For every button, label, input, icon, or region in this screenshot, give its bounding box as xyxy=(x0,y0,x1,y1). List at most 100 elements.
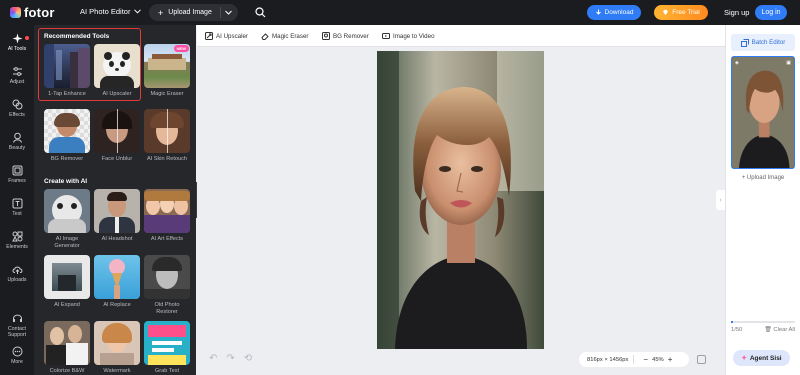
quick-tool-image-to-video[interactable]: Image to Video xyxy=(382,32,435,40)
divider xyxy=(220,7,221,18)
tool-thumbnail xyxy=(94,189,140,233)
upload-status: 1/50 🗑 Clear All xyxy=(731,327,795,333)
rail-label: Effects xyxy=(9,112,25,118)
tool-label: AI Expand xyxy=(54,302,80,308)
undo-icon[interactable]: ↶ xyxy=(209,353,217,364)
new-badge: NEW xyxy=(173,45,189,52)
agent-sisi-button[interactable]: ✦ Agent Sisi xyxy=(733,350,790,366)
download-button[interactable]: Download xyxy=(587,5,641,20)
tool-watermark[interactable]: Watermark xyxy=(94,321,140,375)
rail-item-ai-tools[interactable]: AI Tools xyxy=(0,33,34,52)
rail-item-more[interactable]: More xyxy=(0,346,34,365)
zoom-in-button[interactable]: + xyxy=(668,355,673,364)
delete-icon[interactable]: ▣ xyxy=(786,60,791,66)
recommended-tools-title: Recommended Tools xyxy=(44,33,110,40)
tool-label: AI Headshot xyxy=(101,236,133,242)
collapse-right-panel-handle[interactable]: › xyxy=(716,190,725,210)
tool-magic-eraser[interactable]: NEW Magic Eraser xyxy=(144,44,190,98)
tool-ai-replace[interactable]: AI Replace xyxy=(94,255,140,309)
tool-ai-headshot[interactable]: AI Headshot xyxy=(94,189,140,243)
tool-colorize-bw[interactable]: Colorize B&W xyxy=(44,321,90,375)
tool-1-tap-enhance[interactable]: 1-Tap Enhance xyxy=(44,44,90,98)
upload-image-link[interactable]: + Upload Image xyxy=(731,175,795,181)
tool-ai-expand[interactable]: AI Expand xyxy=(44,255,90,309)
app-menu-dropdown[interactable]: AI Photo Editor xyxy=(80,7,142,16)
plus-icon: + xyxy=(158,7,164,18)
tool-thumbnail xyxy=(94,44,140,88)
create-with-ai-title: Create with AI xyxy=(44,178,88,185)
log-in-button[interactable]: Log in xyxy=(755,5,787,20)
tool-label: Watermark xyxy=(103,368,131,374)
layers-icon[interactable]: ◈ xyxy=(735,60,739,66)
search-icon[interactable] xyxy=(255,7,266,18)
batch-editor-button[interactable]: Batch Editor xyxy=(731,34,795,51)
zoom-out-button[interactable]: − xyxy=(643,355,648,364)
logo-mark-icon xyxy=(10,7,21,18)
tool-label: Face Unblur xyxy=(101,156,133,162)
image-thumbnail[interactable]: ◈ ▣ xyxy=(731,56,795,169)
beauty-icon xyxy=(12,132,22,143)
quick-tool-bg-remover[interactable]: BG Remover xyxy=(322,32,369,40)
tool-label: Colorize B&W xyxy=(49,368,85,374)
upload-image-button[interactable]: + Upload Image xyxy=(149,4,238,21)
rail-label: Contact Support xyxy=(7,326,27,338)
tool-thumbnail xyxy=(144,255,190,299)
tool-grab-text[interactable]: Grab Text xyxy=(144,321,190,375)
tool-label: AI Image Generator xyxy=(54,236,80,249)
frame-icon xyxy=(12,165,22,176)
tool-label: AI Skin Retouch xyxy=(146,156,188,162)
tool-thumbnail xyxy=(44,109,90,153)
rail-label: Beauty xyxy=(8,145,26,151)
quick-tool-ai-upscaler[interactable]: AI Upscaler xyxy=(205,32,248,40)
free-trial-button[interactable]: Free Trial xyxy=(654,5,708,20)
redo-icon[interactable]: ↷ xyxy=(226,353,234,364)
tool-old-photo-restorer[interactable]: Old Photo Restorer xyxy=(144,255,190,316)
compare-icon[interactable] xyxy=(697,355,706,364)
fotor-logo[interactable]: fotor xyxy=(10,5,55,20)
tool-ai-upscaler[interactable]: AI Upscaler xyxy=(94,44,140,98)
sign-up-link[interactable]: Sign up xyxy=(724,8,749,17)
canvas-photo[interactable] xyxy=(377,51,544,349)
thumbnail-image xyxy=(732,57,794,168)
upscale-icon xyxy=(205,32,213,40)
sparkle-icon xyxy=(12,33,22,44)
ai-tools-panel: Recommended Tools 1-Tap Enhance AI Upsca… xyxy=(34,25,196,375)
quick-tool-magic-eraser[interactable]: Magic Eraser xyxy=(261,32,308,40)
rail-item-effects[interactable]: Effects xyxy=(0,99,34,118)
rail-label: AI Tools xyxy=(7,46,27,52)
tool-ai-skin-retouch[interactable]: AI Skin Retouch xyxy=(144,109,190,163)
tool-thumbnail xyxy=(144,189,190,233)
sliders-icon xyxy=(12,67,22,76)
logo-text: fotor xyxy=(24,5,55,20)
tool-label: Old Photo Restorer xyxy=(154,302,180,315)
tool-label: Grab Text xyxy=(154,368,180,374)
sparkle-icon: ✦ xyxy=(741,355,747,362)
rail-item-elements[interactable]: Elements xyxy=(0,231,34,250)
rail-item-frames[interactable]: Frames xyxy=(0,165,34,184)
quick-tool-label: Image to Video xyxy=(393,32,435,40)
rail-item-text[interactable]: Text xyxy=(0,198,34,217)
tool-bg-remover[interactable]: BG Remover xyxy=(44,109,90,163)
tool-label: AI Upscaler xyxy=(102,91,132,97)
rail-item-uploads[interactable]: Uploads xyxy=(0,264,34,283)
more-icon xyxy=(12,346,22,357)
rail-item-adjust[interactable]: Adjust xyxy=(0,66,34,85)
video-icon xyxy=(382,33,390,39)
tool-ai-image-generator[interactable]: AI Image Generator xyxy=(44,189,90,250)
history-icon[interactable]: ⟲ xyxy=(244,353,252,364)
diamond-icon xyxy=(663,9,669,16)
tool-label: Magic Eraser xyxy=(150,91,184,97)
headset-icon xyxy=(12,314,22,322)
quick-tool-label: Magic Eraser xyxy=(272,32,309,40)
effects-icon xyxy=(12,99,22,110)
tool-face-unblur[interactable]: Face Unblur xyxy=(94,109,140,163)
tool-label: AI Replace xyxy=(103,302,131,308)
clear-all-button[interactable]: 🗑 Clear All xyxy=(764,327,795,333)
zoom-level: 45% xyxy=(652,356,664,363)
top-bar: fotor AI Photo Editor + Upload Image Dow… xyxy=(0,0,800,25)
rail-item-beauty[interactable]: Beauty xyxy=(0,132,34,151)
tool-ai-art-effects[interactable]: AI Art Effects xyxy=(144,189,190,243)
history-controls: ↶ ↷ ⟲ xyxy=(209,353,252,364)
rail-item-contact-support[interactable]: Contact Support xyxy=(0,313,34,338)
chevron-down-icon[interactable] xyxy=(225,7,232,18)
